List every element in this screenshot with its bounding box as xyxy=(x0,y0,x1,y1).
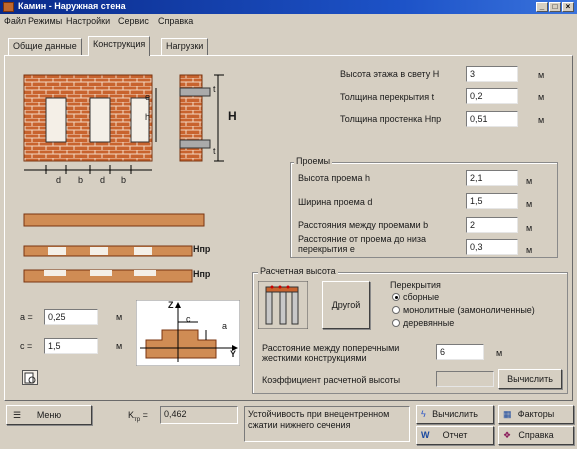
factors-icon: ▦ xyxy=(503,409,512,419)
transverse-input[interactable]: 6 xyxy=(436,344,484,360)
label-e: e xyxy=(145,92,151,102)
cross-section-diagram xyxy=(136,300,240,366)
opening-distance-label-1: Расстояние от проема до низа xyxy=(298,234,427,244)
radio-wooden[interactable] xyxy=(392,319,400,327)
opening-height-input[interactable]: 2,1 xyxy=(466,170,518,186)
help-button[interactable]: ❖ Справка xyxy=(498,426,574,445)
label-hpr-1: Hпр xyxy=(193,244,211,254)
slab-thickness-input[interactable]: 0,2 xyxy=(466,88,518,104)
opening-spacing-label: Расстояния между проемами b xyxy=(298,220,429,230)
report-icon: W xyxy=(421,430,430,440)
maximize-button[interactable]: □ xyxy=(549,2,561,12)
section-c-mark: c xyxy=(186,314,191,324)
calc-button-label: Вычислить xyxy=(432,409,478,419)
print-preview-icon[interactable] xyxy=(22,370,38,385)
openings-title: Проемы xyxy=(294,156,333,166)
opening-height-unit: м xyxy=(526,176,533,186)
radio-prefab-label: сборные xyxy=(403,292,440,302)
design-height-title: Расчетная высота xyxy=(258,266,338,276)
report-button-label: Отчет xyxy=(442,430,468,440)
window-title: Камин - Наружная стена xyxy=(18,1,126,11)
wall-plan-variants xyxy=(23,213,205,283)
app-icon xyxy=(3,2,14,12)
menu-service[interactable]: Сервис xyxy=(118,16,149,26)
floor-height-unit: м xyxy=(538,70,545,80)
opening-distance-unit: м xyxy=(526,245,533,255)
pier-thickness-unit: м xyxy=(538,115,545,125)
minimize-button[interactable]: _ xyxy=(536,2,548,12)
label-t-top: t xyxy=(213,84,216,94)
calc-icon: ϟ xyxy=(421,409,426,419)
status-bar: ☰ Меню Kтр = 0,462 Устойчивость при внец… xyxy=(0,403,577,449)
radio-prefab[interactable] xyxy=(392,293,400,301)
a-label: a = xyxy=(20,312,33,322)
menu-button-label: Меню xyxy=(36,410,62,420)
tab-loads[interactable]: Нагрузки xyxy=(161,38,209,55)
menu-settings[interactable]: Настройки xyxy=(66,16,110,26)
title-bar: Камин - Наружная стена _ □ × xyxy=(0,0,577,14)
help-button-label: Справка xyxy=(518,430,554,440)
coef-calc-button[interactable]: Вычислить xyxy=(498,369,562,389)
floor-height-label: Высота этажа в свету H xyxy=(340,69,440,79)
opening-spacing-unit: м xyxy=(526,223,533,233)
menu-button[interactable]: ☰ Меню xyxy=(6,405,92,425)
close-button[interactable]: × xyxy=(562,2,574,12)
label-H: H xyxy=(228,109,237,123)
wall-diagram xyxy=(23,74,224,174)
menu-help[interactable]: Справка xyxy=(158,16,193,26)
c-input[interactable]: 1,5 xyxy=(44,338,98,354)
k-label: Kтр = xyxy=(128,410,148,423)
coef-label: Коэффициент расчетной высоты xyxy=(262,375,401,385)
opening-distance-label-2: перекрытия e xyxy=(298,244,355,254)
floor-height-input[interactable]: 3 xyxy=(466,66,518,82)
calc-button[interactable]: ϟ Вычислить xyxy=(416,405,494,424)
section-a-mark: a xyxy=(222,321,228,331)
menu-file[interactable]: Файл xyxy=(4,16,26,26)
factors-button-label: Факторы xyxy=(517,409,555,419)
tab-general[interactable]: Общие данные xyxy=(8,38,82,55)
label-b-1: b xyxy=(78,175,84,185)
status-message: Устойчивость при внецентренном сжатии ни… xyxy=(244,406,410,442)
other-button[interactable]: Другой xyxy=(322,281,370,329)
section-z: Z xyxy=(168,300,174,310)
section-y: Y xyxy=(230,349,237,359)
transverse-unit: м xyxy=(496,348,503,358)
radio-wooden-label: деревянные xyxy=(403,318,455,328)
c-unit: м xyxy=(116,341,123,351)
slab-type-icon xyxy=(258,281,308,329)
menu-bar: Файл Режимы Настройки Сервис Справка xyxy=(0,14,577,30)
opening-width-label: Ширина проема d xyxy=(298,197,373,207)
pier-thickness-input[interactable]: 0,51 xyxy=(466,111,518,127)
radio-monolithic-label: монолитные (замоноличенные) xyxy=(403,305,535,315)
opening-height-label: Высота проема h xyxy=(298,173,370,183)
opening-width-input[interactable]: 1,5 xyxy=(466,193,518,209)
transverse-label-1: Расстояние между поперечными xyxy=(262,343,400,353)
menu-modes[interactable]: Режимы xyxy=(28,16,62,26)
opening-spacing-input[interactable]: 2 xyxy=(466,217,518,233)
opening-width-unit: м xyxy=(526,199,533,209)
slab-thickness-label: Толщина перекрытия t xyxy=(340,92,435,102)
a-input[interactable]: 0,25 xyxy=(44,309,98,325)
label-t-bottom: t xyxy=(213,146,216,156)
menu-icon: ☰ xyxy=(13,410,22,420)
a-unit: м xyxy=(116,312,123,322)
label-d-2: d xyxy=(100,175,106,185)
transverse-label-2: жесткими конструкциями xyxy=(262,353,367,363)
factors-button[interactable]: ▦ Факторы xyxy=(498,405,574,424)
report-button[interactable]: W Отчет xyxy=(416,426,494,445)
k-value: 0,462 xyxy=(160,406,238,424)
radio-monolithic[interactable] xyxy=(392,306,400,314)
label-d-1: d xyxy=(56,175,62,185)
c-label: c = xyxy=(20,341,33,351)
label-hpr-2: Hпр xyxy=(193,269,211,279)
slab-thickness-unit: м xyxy=(538,92,545,102)
help-book-icon: ❖ xyxy=(503,430,512,440)
opening-distance-input[interactable]: 0,3 xyxy=(466,239,518,255)
pier-thickness-label: Толщина простенка Hпр xyxy=(340,114,442,124)
slabs-title: Перекрытия xyxy=(390,280,441,290)
label-b-2: b xyxy=(121,175,127,185)
label-h: h xyxy=(145,112,151,122)
tab-construction[interactable]: Конструкция xyxy=(88,36,151,56)
coef-value xyxy=(436,371,494,387)
